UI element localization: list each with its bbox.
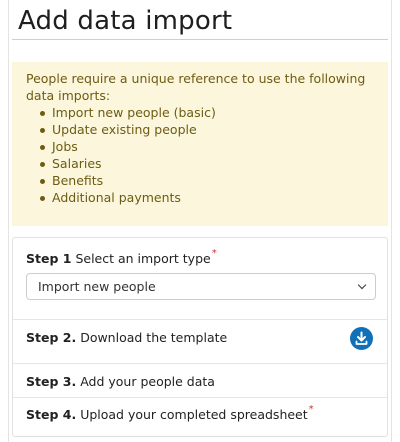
download-icon: [355, 331, 368, 345]
import-type-select[interactable]: Import new people: [26, 273, 376, 300]
list-item: Salaries: [40, 155, 374, 172]
list-item: Jobs: [40, 138, 374, 155]
required-marker: *: [211, 248, 217, 259]
list-item: Benefits: [40, 172, 374, 189]
required-marker: *: [308, 404, 314, 415]
step-4-label: Step 4. Upload your completed spreadshee…: [26, 404, 314, 422]
step-3-add-people-data: Step 3. Add your people data: [13, 364, 387, 398]
import-types-list: Import new people (basic) Update existin…: [26, 104, 374, 206]
list-item: Import new people (basic): [40, 104, 374, 121]
page-title: Add data import: [18, 6, 233, 36]
import-type-selected-value: Import new people: [38, 279, 156, 294]
list-item: Update existing people: [40, 121, 374, 138]
step-number: Step 3.: [26, 374, 77, 389]
download-template-button[interactable]: [350, 327, 373, 350]
step-title: Upload your completed spreadsheet: [80, 407, 308, 422]
steps-card: Step 1 Select an import type* Import new…: [12, 237, 388, 437]
info-alert: People require a unique reference to use…: [12, 62, 388, 226]
step-title: Select an import type: [75, 251, 211, 266]
step-1-label: Step 1 Select an import type*: [26, 248, 217, 266]
list-item: Additional payments: [40, 189, 374, 206]
step-2-label: Step 2. Download the template: [26, 330, 227, 345]
step-2-download-template: Step 2. Download the template: [13, 320, 387, 364]
step-3-label: Step 3. Add your people data: [26, 374, 215, 389]
step-title: Download the template: [80, 330, 228, 345]
title-divider: [12, 39, 388, 40]
step-number: Step 4.: [26, 407, 77, 422]
step-number: Step 1: [26, 251, 72, 266]
step-1-select-import-type: Step 1 Select an import type* Import new…: [13, 238, 387, 320]
step-number: Step 2.: [26, 330, 77, 345]
info-text: People require a unique reference to use…: [26, 71, 366, 103]
step-title: Add your people data: [80, 374, 215, 389]
chevron-down-icon: [357, 280, 367, 290]
step-4-upload-spreadsheet: Step 4. Upload your completed spreadshee…: [13, 398, 387, 436]
